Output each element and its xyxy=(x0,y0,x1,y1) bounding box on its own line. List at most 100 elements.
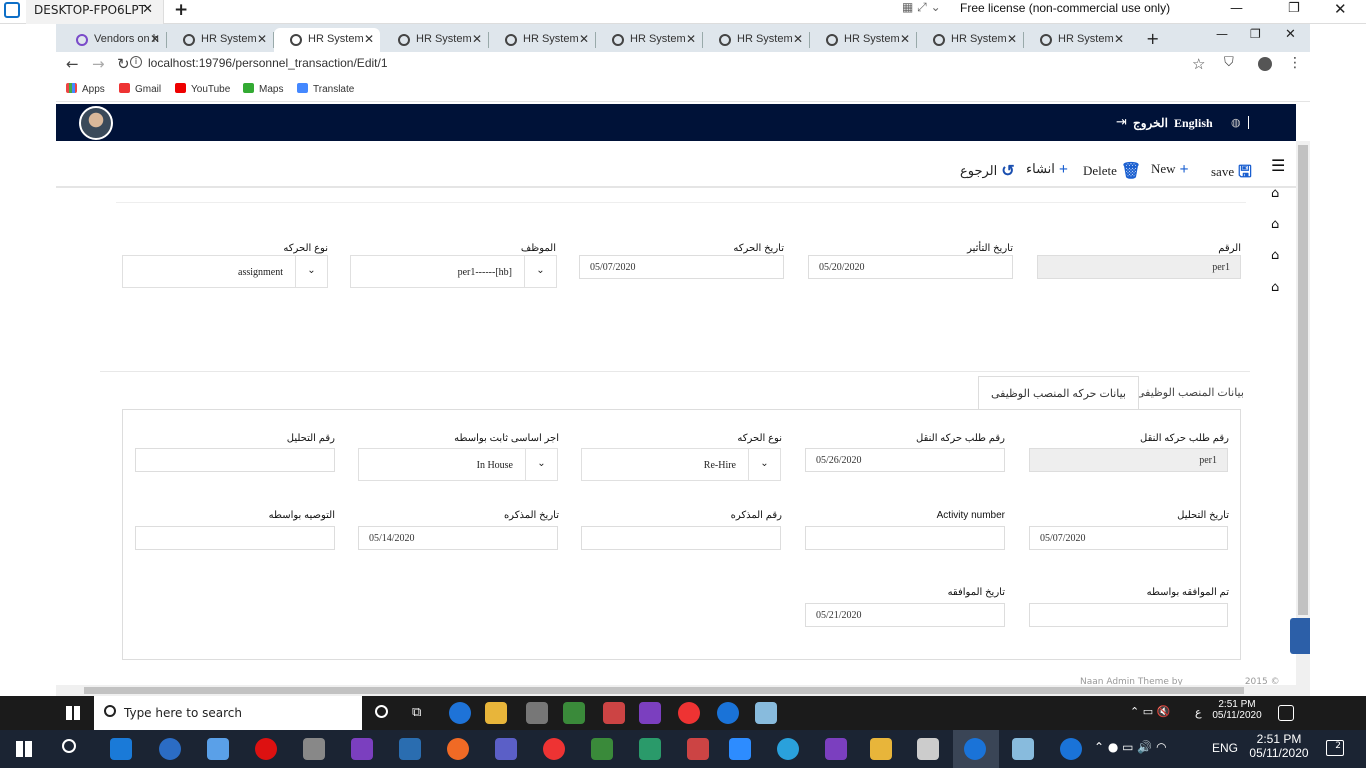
close-tab-icon[interactable]: ✕ xyxy=(1114,32,1124,46)
visual-studio-icon[interactable] xyxy=(825,738,847,760)
browser-tab[interactable]: HR System ✕ xyxy=(917,28,1024,52)
back-button[interactable]: الرجوع ↺ xyxy=(960,161,1015,181)
taskbar-search[interactable]: Type here to search xyxy=(94,696,362,730)
info-icon[interactable]: i xyxy=(130,56,142,68)
close-tab-icon[interactable]: ✕ xyxy=(900,32,910,46)
telegram-icon[interactable] xyxy=(777,738,799,760)
close-tab-icon[interactable]: ✕ xyxy=(686,32,696,46)
avatar[interactable] xyxy=(79,106,113,140)
language-link[interactable]: English xyxy=(1174,116,1213,131)
back-arrow-icon[interactable]: ← xyxy=(66,55,79,73)
close-tab-icon[interactable]: ✕ xyxy=(472,32,482,46)
app-icon[interactable] xyxy=(159,738,181,760)
create-button[interactable]: انشاء + xyxy=(1026,161,1068,179)
new-tab-button[interactable]: + xyxy=(1146,29,1159,48)
browser-tab[interactable]: HR System ✕ xyxy=(703,28,810,52)
browser-tab[interactable]: HR System ✕ xyxy=(1024,28,1130,52)
teamviewer-icon[interactable] xyxy=(964,738,986,760)
reload-icon[interactable]: ↻ xyxy=(117,55,130,73)
teamviewer-side-panel-icon[interactable] xyxy=(1290,618,1310,654)
action-center-icon[interactable]: 2 xyxy=(1326,740,1344,756)
notification-icon[interactable] xyxy=(1278,705,1294,721)
req-no2-field[interactable]: 05/26/2020 xyxy=(805,448,1005,472)
vertical-scrollbar[interactable] xyxy=(1296,141,1310,696)
extension-icon[interactable]: ⛉ xyxy=(1224,55,1234,70)
browser-tab-active[interactable]: HR System ✕ xyxy=(274,28,380,52)
forward-arrow-icon[interactable]: → xyxy=(92,55,105,73)
bookmark-translate[interactable]: Translate xyxy=(297,83,354,95)
session-tab[interactable]: DESKTOP-FPO6LPT ✕ xyxy=(26,0,164,24)
browser-tab[interactable]: HR System ✕ xyxy=(596,28,703,52)
horizontal-scrollbar[interactable] xyxy=(56,685,1296,696)
app-icon[interactable] xyxy=(603,702,625,724)
app-icon[interactable] xyxy=(447,738,469,760)
hamburger-icon[interactable]: ☰ xyxy=(1271,156,1285,175)
basic-pay-select[interactable]: In House ⌄ xyxy=(358,448,558,481)
remote-lang-indicator[interactable]: ع xyxy=(1195,706,1202,719)
logout-link[interactable]: الخروج xyxy=(1133,116,1168,131)
save-button[interactable]: save 🖫 xyxy=(1211,161,1252,188)
app-icon[interactable] xyxy=(639,738,661,760)
remote-clock[interactable]: 2:51 PM 05/11/2020 xyxy=(1212,699,1262,721)
chevron-down-icon[interactable]: ⌄ xyxy=(295,256,327,287)
profile-icon[interactable] xyxy=(1258,57,1272,71)
recommend-field[interactable] xyxy=(135,526,335,550)
search-icon[interactable] xyxy=(62,739,76,753)
mail-icon[interactable] xyxy=(110,738,132,760)
minimize-icon[interactable]: — xyxy=(1216,27,1228,41)
teams-icon[interactable] xyxy=(495,738,517,760)
bookmark-maps[interactable]: Maps xyxy=(243,83,283,95)
chevron-down-icon[interactable]: ⌄ xyxy=(525,449,557,480)
windows-start-icon[interactable] xyxy=(66,706,80,720)
memo-no-field[interactable] xyxy=(581,526,781,550)
home-icon[interactable]: ⌂ xyxy=(1271,186,1279,201)
teamviewer-icon[interactable] xyxy=(717,702,739,724)
close-tab-icon[interactable]: ✕ xyxy=(364,32,374,46)
browser-tab[interactable]: HR System ✕ xyxy=(810,28,917,52)
close-tab-icon[interactable]: ✕ xyxy=(150,32,160,46)
tab-position-move-data[interactable]: بيانات حركه المنصب الوظيفى xyxy=(978,376,1139,410)
close-icon[interactable]: ✕ xyxy=(142,2,153,17)
zoom-icon[interactable] xyxy=(729,738,751,760)
restore-icon[interactable]: ❐ xyxy=(1288,1,1300,16)
analysis-no-field[interactable] xyxy=(135,448,335,472)
logout-icon[interactable]: ⇥ xyxy=(1116,115,1127,130)
memo-date-field[interactable]: 05/14/2020 xyxy=(358,526,558,550)
home-icon[interactable]: ⌂ xyxy=(1271,217,1279,232)
app-icon[interactable] xyxy=(917,738,939,760)
windows-start-icon[interactable] xyxy=(16,741,32,757)
home-icon[interactable]: ⌂ xyxy=(1271,280,1279,295)
task-view-icon[interactable]: ⧉ xyxy=(412,705,421,720)
browser-tab[interactable]: HR System ✕ xyxy=(489,28,596,52)
app-icon[interactable] xyxy=(563,702,585,724)
home-icon[interactable]: ⌂ xyxy=(1271,248,1279,263)
delete-button[interactable]: Delete 🗑 xyxy=(1083,161,1141,181)
tab-position-data[interactable]: بيانات المنصب الوظيفى xyxy=(1124,376,1256,410)
url-field[interactable]: localhost:19796/personnel_transaction/Ed… xyxy=(148,56,388,70)
restore-icon[interactable]: ❐ xyxy=(1250,27,1261,41)
clock[interactable]: 2:51 PM 05/11/2020 xyxy=(1244,732,1314,760)
bookmark-youtube[interactable]: YouTube xyxy=(175,83,230,95)
app-icon[interactable] xyxy=(755,702,777,724)
browser-tab[interactable]: Vendors on h ✕ xyxy=(60,28,167,52)
chevron-down-icon[interactable]: ⌄ xyxy=(524,256,556,287)
kebab-menu-icon[interactable]: ⋮ xyxy=(1288,55,1302,71)
app-icon[interactable] xyxy=(1012,738,1034,760)
app-icon[interactable] xyxy=(687,738,709,760)
chrome-icon[interactable] xyxy=(543,738,565,760)
app-icon[interactable] xyxy=(207,738,229,760)
browser-tab[interactable]: HR System ✕ xyxy=(167,28,274,52)
tools-icon[interactable] xyxy=(526,702,548,724)
tray-icons[interactable]: ⌃ ▭ 🔇 xyxy=(1130,705,1170,718)
bookmark-apps[interactable]: Apps xyxy=(66,83,105,95)
session-toolbar-handle[interactable]: ▦ ⤢ ⌄ xyxy=(902,0,962,24)
visual-studio-icon[interactable] xyxy=(639,702,661,724)
approved-by-field[interactable] xyxy=(1029,603,1228,627)
employee-select[interactable]: per1------[hb] ⌄ xyxy=(350,255,557,288)
chevron-down-icon[interactable]: ⌄ xyxy=(748,449,780,480)
file-explorer-icon[interactable] xyxy=(870,738,892,760)
file-explorer-icon[interactable] xyxy=(485,702,507,724)
detail-move-type-select[interactable]: Re-Hire ⌄ xyxy=(581,448,781,481)
close-tab-icon[interactable]: ✕ xyxy=(579,32,589,46)
number-field[interactable]: per1 xyxy=(1037,255,1241,279)
